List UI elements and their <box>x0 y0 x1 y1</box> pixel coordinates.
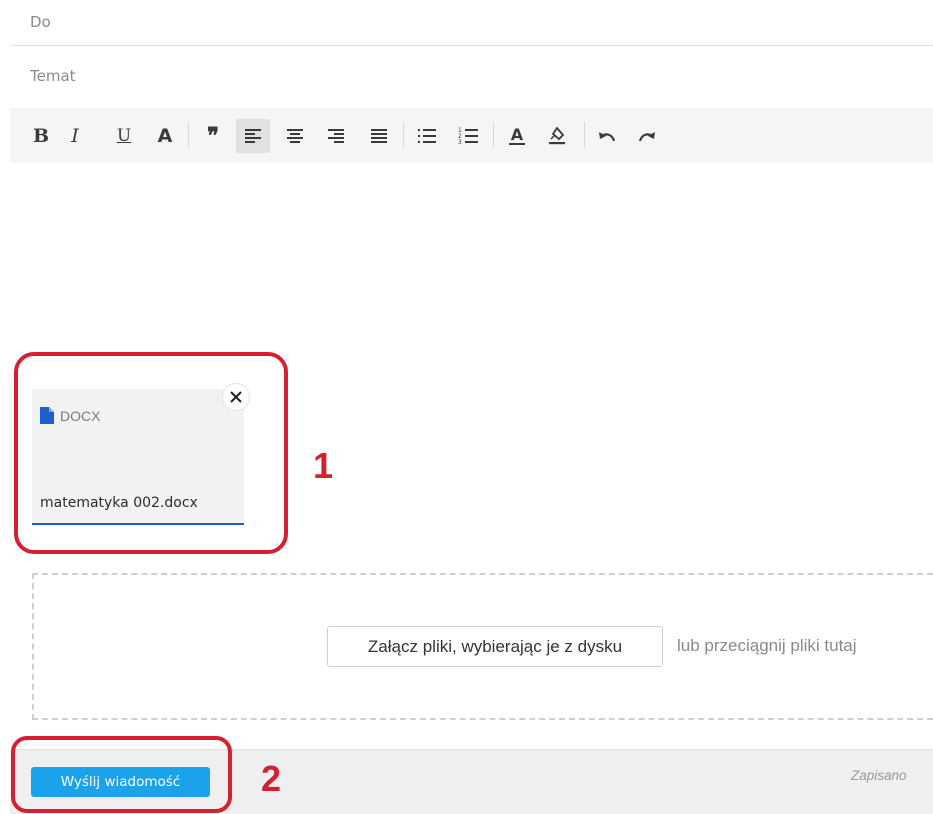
redo-icon <box>638 132 655 142</box>
message-body-editor[interactable] <box>10 163 933 348</box>
formatting-toolbar: B I U A ❞ 123 A <box>10 108 933 163</box>
to-field-row <box>10 0 933 46</box>
subject-field-row <box>10 54 933 100</box>
align-center-button[interactable] <box>278 119 312 153</box>
highlight-button[interactable] <box>540 119 574 153</box>
toolbar-separator <box>188 122 189 148</box>
align-justify-icon <box>371 129 387 143</box>
font-button[interactable]: A <box>148 119 182 153</box>
text-color-button[interactable]: A <box>500 119 534 153</box>
toolbar-separator <box>493 122 494 148</box>
font-icon: A <box>157 124 173 147</box>
align-left-icon <box>245 129 261 143</box>
annotation-marker-2: 2 <box>261 758 282 799</box>
highlight-box-attachment <box>14 352 288 554</box>
align-right-icon <box>328 129 344 143</box>
to-input[interactable] <box>30 0 910 44</box>
save-status: Zapisano <box>851 768 907 783</box>
numbered-list-button[interactable]: 123 <box>451 119 485 153</box>
highlight-icon <box>549 127 565 145</box>
bullet-list-icon <box>418 129 436 143</box>
italic-icon: I <box>71 124 79 147</box>
svg-text:3: 3 <box>458 139 462 145</box>
italic-button[interactable]: I <box>58 119 92 153</box>
numbered-list-icon: 123 <box>458 127 478 145</box>
highlight-box-send <box>11 736 232 813</box>
align-center-icon <box>287 129 303 143</box>
bullet-list-button[interactable] <box>410 119 444 153</box>
undo-icon <box>599 132 616 142</box>
attach-files-button[interactable]: Załącz pliki, wybierając je z dysku <box>327 626 663 667</box>
justify-button[interactable] <box>362 119 396 153</box>
subject-input[interactable] <box>30 54 910 98</box>
text-color-icon: A <box>508 125 526 145</box>
undo-button[interactable] <box>590 119 624 153</box>
underline-button[interactable]: U <box>107 119 141 153</box>
blockquote-button[interactable]: ❞ <box>196 119 230 153</box>
redo-button[interactable] <box>630 119 664 153</box>
bold-icon: B <box>32 124 50 147</box>
align-right-button[interactable] <box>319 119 353 153</box>
toolbar-separator <box>584 122 585 148</box>
bold-button[interactable]: B <box>24 119 58 153</box>
underline-icon: U <box>116 125 132 146</box>
drop-hint: lub przeciągnij pliki tutaj <box>677 636 857 655</box>
toolbar-separator <box>403 122 404 148</box>
quote-icon: ❞ <box>207 123 219 149</box>
annotation-marker-1: 1 <box>313 445 334 486</box>
align-left-button[interactable] <box>236 119 270 153</box>
